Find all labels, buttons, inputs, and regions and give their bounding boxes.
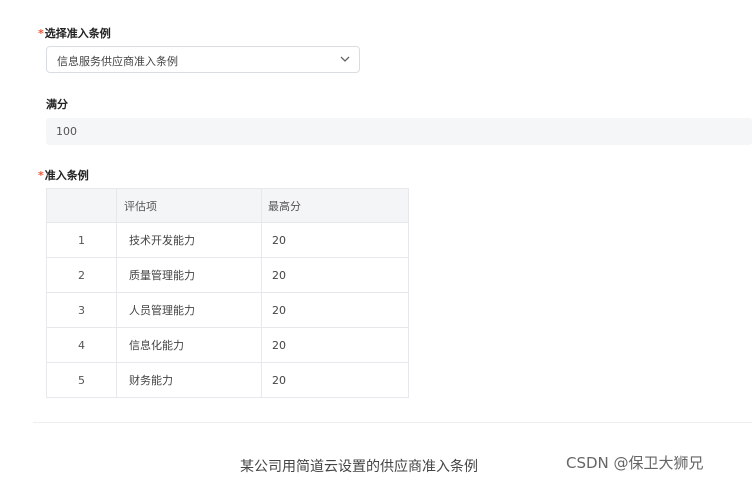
row-index: 1 — [46, 222, 117, 258]
row-max-score[interactable]: 20 — [261, 362, 409, 398]
admission-rule-label-text: 选择准入条例 — [44, 27, 111, 40]
row-item[interactable]: 技术开发能力 — [116, 222, 262, 258]
table-row: 1 技术开发能力 20 — [46, 222, 409, 258]
full-score-field: 100 — [46, 118, 752, 145]
row-max-score[interactable]: 20 — [261, 257, 409, 293]
full-score-label: 满分 — [46, 98, 68, 111]
row-item[interactable]: 财务能力 — [116, 362, 262, 398]
table-header-row: 评估项 最高分 — [46, 188, 409, 223]
divider — [33, 422, 752, 423]
full-score-value: 100 — [56, 125, 77, 138]
required-mark: * — [38, 169, 44, 182]
table-row: 3 人员管理能力 20 — [46, 292, 409, 328]
csdn-watermark: CSDN @保卫大狮兄 — [566, 454, 704, 472]
column-header-index — [46, 188, 117, 223]
column-header-max-score: 最高分 — [261, 188, 409, 223]
row-item[interactable]: 质量管理能力 — [116, 257, 262, 293]
figure-caption: 某公司用简道云设置的供应商准入条例 — [240, 459, 478, 475]
row-max-score[interactable]: 20 — [261, 222, 409, 258]
table-row: 2 质量管理能力 20 — [46, 257, 409, 293]
admission-rule-label: *选择准入条例 — [38, 25, 111, 41]
column-header-item: 评估项 — [116, 188, 262, 223]
chevron-down-icon — [340, 56, 350, 62]
admission-criteria-table: 评估项 最高分 1 技术开发能力 20 2 质量管理能力 20 3 人员管理能力… — [46, 188, 409, 398]
table-row: 4 信息化能力 20 — [46, 327, 409, 363]
admission-rule-selected-value: 信息服务供应商准入条例 — [57, 55, 178, 68]
row-index: 4 — [46, 327, 117, 363]
admission-criteria-label-text: 准入条例 — [44, 169, 89, 182]
row-max-score[interactable]: 20 — [261, 292, 409, 328]
row-item[interactable]: 信息化能力 — [116, 327, 262, 363]
row-index: 3 — [46, 292, 117, 328]
row-index: 5 — [46, 362, 117, 398]
admission-criteria-label: *准入条例 — [38, 167, 89, 183]
row-max-score[interactable]: 20 — [261, 327, 409, 363]
admission-rule-select[interactable]: 信息服务供应商准入条例 — [46, 46, 360, 73]
table-row: 5 财务能力 20 — [46, 362, 409, 398]
row-index: 2 — [46, 257, 117, 293]
row-item[interactable]: 人员管理能力 — [116, 292, 262, 328]
required-mark: * — [38, 27, 44, 40]
